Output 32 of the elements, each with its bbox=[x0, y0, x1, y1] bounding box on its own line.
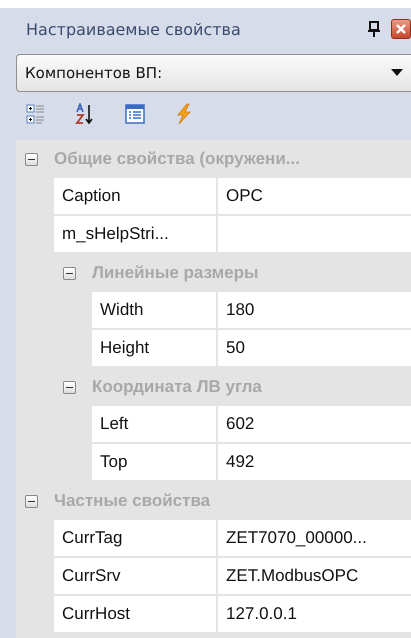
collapse-toggle[interactable] bbox=[63, 266, 76, 280]
category-label: Координата ЛВ угла bbox=[92, 377, 262, 397]
category-label: Линейные размеры bbox=[92, 263, 259, 283]
close-button[interactable] bbox=[391, 19, 411, 39]
property-name: Height bbox=[92, 330, 216, 366]
pin-icon[interactable] bbox=[367, 21, 381, 37]
dropdown-arrow-icon bbox=[391, 69, 403, 77]
collapse-toggle[interactable] bbox=[25, 494, 38, 508]
property-name: Left bbox=[92, 406, 216, 442]
property-value[interactable]: 180 bbox=[218, 292, 411, 328]
property-name: Caption bbox=[54, 178, 216, 214]
property-name: Top bbox=[92, 444, 216, 480]
panel-title: Настраиваемые свойства bbox=[26, 20, 242, 38]
property-name: CurrSrv bbox=[54, 558, 216, 594]
property-name: CurrTag bbox=[54, 520, 216, 556]
property-value[interactable]: OPC bbox=[218, 178, 411, 214]
collapse-toggle[interactable] bbox=[25, 152, 38, 166]
close-icon bbox=[395, 23, 407, 35]
component-dropdown[interactable]: Компонентов ВП: bbox=[16, 54, 411, 92]
property-value[interactable]: 602 bbox=[218, 406, 411, 442]
property-value[interactable]: ZET7070_00000... bbox=[218, 520, 411, 556]
property-name: m_sHelpStri... bbox=[54, 216, 216, 252]
property-pages-button[interactable] bbox=[124, 103, 146, 125]
category-label: Частные свойства bbox=[54, 491, 210, 511]
property-name: CurrHost bbox=[54, 596, 216, 632]
property-value[interactable]: 127.0.0.1 bbox=[218, 596, 411, 632]
category-label: Общие свойства (окружени... bbox=[54, 149, 300, 169]
collapse-toggle[interactable] bbox=[63, 380, 76, 394]
property-value[interactable]: 50 bbox=[218, 330, 411, 366]
property-value[interactable]: ZET.ModbusOPC bbox=[218, 558, 411, 594]
property-value[interactable]: 492 bbox=[218, 444, 411, 480]
property-name: Width bbox=[92, 292, 216, 328]
